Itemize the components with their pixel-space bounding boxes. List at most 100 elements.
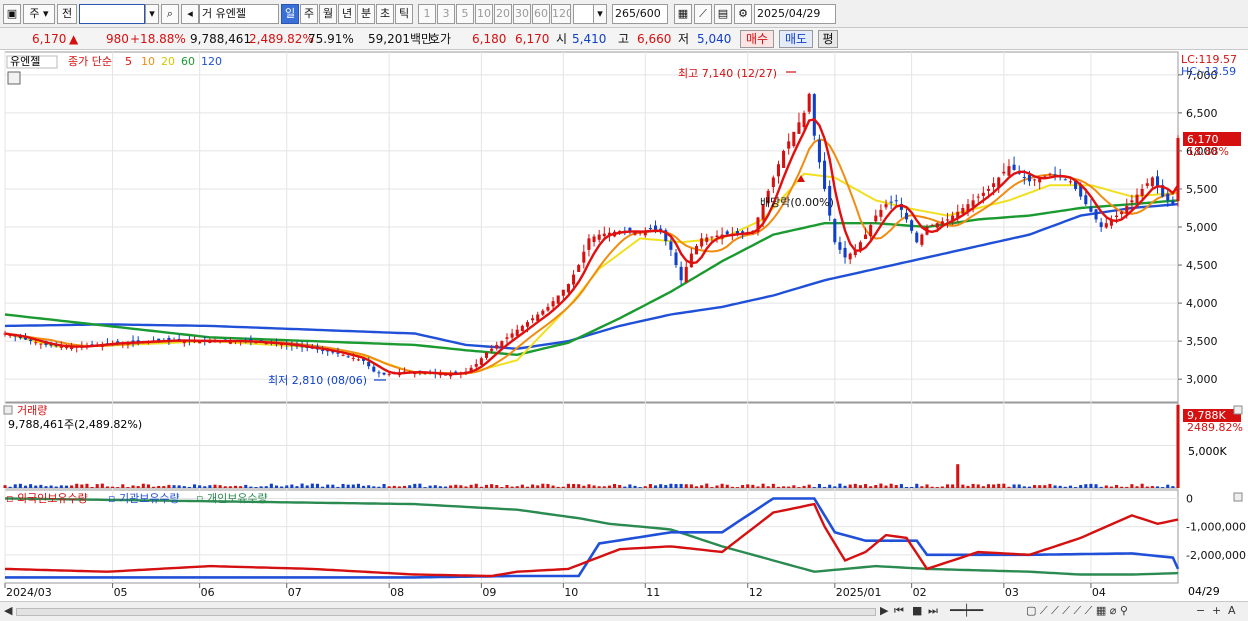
volume-bar: [848, 484, 852, 488]
volume-bar: [910, 486, 914, 488]
hc-label: HC:-13.59: [1181, 65, 1236, 78]
candle-body: [1089, 206, 1093, 212]
count-field[interactable]: 265/600: [612, 4, 668, 24]
scroll-track[interactable]: [16, 608, 876, 616]
volume-panel-icon[interactable]: [3, 405, 13, 415]
stock-name-field[interactable]: 거 유엔젤: [199, 4, 279, 24]
volume-bar: [525, 486, 530, 488]
scroll-bar[interactable]: ◀ ▶ ⏮ ■ ⏭ ━━┿━━ ▢ ⟋ ⟋ ⟋ ⟋ ⟋ ▦ ⌀ ⚲ − + A: [0, 601, 1248, 621]
code-input[interactable]: 072130: [79, 4, 145, 24]
volume-value-label: 9,788,461주(2,489.82%): [8, 418, 142, 431]
gear-icon[interactable]: ⚙: [734, 4, 752, 24]
high-label: 고: [618, 32, 630, 46]
scroll-left-icon[interactable]: ◀: [4, 604, 12, 618]
volume-bar: [1068, 485, 1072, 488]
volume-bar: [54, 486, 58, 488]
holdings-close-icon[interactable]: [1233, 492, 1243, 502]
count-total: /600: [636, 7, 661, 20]
volume-bar: [187, 486, 191, 488]
interval-10[interactable]: 10: [475, 4, 493, 24]
ma-legend-prefix: 종가 단순: [68, 55, 112, 68]
zoom-out-icon[interactable]: −: [1196, 604, 1205, 618]
interval-60[interactable]: 60: [532, 4, 550, 24]
speaker-icon[interactable]: ◂: [181, 4, 199, 24]
period-minute[interactable]: 분: [357, 4, 375, 24]
candle-body: [787, 141, 791, 149]
volume-bar: [34, 485, 38, 488]
code-dropdown-icon[interactable]: ▾: [145, 4, 159, 24]
chart-tools-icon[interactable]: ▦: [674, 4, 692, 24]
volume-bar: [264, 486, 268, 488]
volume-bar: [387, 486, 391, 488]
volume-bar: [638, 487, 642, 488]
period-second[interactable]: 초: [376, 4, 394, 24]
interval-1[interactable]: 1: [418, 4, 436, 24]
volume-bar: [746, 484, 750, 488]
interval-5[interactable]: 5: [456, 4, 474, 24]
drawing-tools-icon[interactable]: ▢ ⟋ ⟋ ⟋ ⟋ ⟋ ▦ ⌀ ⚲: [1026, 604, 1128, 618]
volume-bar: [23, 485, 28, 488]
save-icon[interactable]: ▤: [714, 4, 732, 24]
change-pct: +18.88%: [130, 32, 186, 46]
candle-body: [807, 93, 811, 112]
volume-bar: [484, 484, 489, 488]
date-input[interactable]: 2025/04/29: [754, 4, 836, 24]
change-value: 980: [106, 32, 129, 46]
stop-icon[interactable]: ■: [912, 604, 922, 618]
volume-bar: [397, 486, 401, 488]
volume-bar: [853, 483, 857, 488]
volume-close-icon[interactable]: [1233, 405, 1243, 415]
volume-bar: [1104, 485, 1108, 488]
buy-button[interactable]: 매수: [740, 30, 774, 48]
interval-dropdown-icon[interactable]: ▾: [593, 4, 607, 24]
volume-bar: [228, 486, 232, 488]
volume-bar: [587, 484, 591, 488]
mode-select[interactable]: 주 ▾: [23, 4, 55, 24]
period-day[interactable]: 일: [281, 4, 299, 24]
layout-icon[interactable]: ▣: [3, 4, 21, 24]
scroll-right-icon[interactable]: ▶: [880, 604, 888, 618]
sell-button[interactable]: 매도: [779, 30, 813, 48]
candle-body: [838, 242, 842, 250]
volume-bar: [1161, 487, 1165, 488]
volume-bar: [561, 486, 565, 488]
open-label: 시: [556, 32, 568, 46]
volume-bar: [126, 487, 130, 488]
zoom-slider-icon[interactable]: ━━┿━━: [950, 604, 983, 618]
volume-title: 거래량: [17, 404, 47, 417]
volume-bar: [479, 486, 483, 488]
first-icon[interactable]: ⏮: [894, 604, 904, 618]
period-tick[interactable]: 틱: [395, 4, 413, 24]
stock-chart[interactable]: 7,0006,5006,0005,5005,0004,5004,0003,500…: [0, 50, 1248, 601]
trendline-icon[interactable]: ⟋: [694, 4, 712, 24]
volume-bar: [797, 487, 801, 488]
period-month[interactable]: 월: [319, 4, 337, 24]
volume-bar: [1145, 486, 1149, 488]
candle-body: [812, 94, 816, 136]
interval-20[interactable]: 20: [494, 4, 512, 24]
low-label: 저: [678, 32, 690, 46]
period-week[interactable]: 주: [300, 4, 318, 24]
x-tick-label: 05: [114, 586, 128, 599]
zoom-in-icon[interactable]: +: [1212, 604, 1221, 618]
candle-body: [572, 274, 576, 285]
high-price: 6,660: [637, 32, 672, 46]
interval-3[interactable]: 3: [437, 4, 455, 24]
interval-30[interactable]: 30: [513, 4, 531, 24]
search-icon[interactable]: ⌕: [161, 4, 179, 24]
candle-body: [346, 356, 350, 358]
volume-bar: [454, 484, 458, 488]
volume-bar: [1048, 483, 1052, 488]
volume-bar: [879, 483, 883, 488]
interval-120[interactable]: 120: [551, 4, 571, 24]
volume-bar: [751, 484, 755, 488]
candle-body: [556, 295, 560, 304]
period-year[interactable]: 년: [338, 4, 356, 24]
turnover-value: 75.91%: [308, 32, 354, 46]
x-tick-label: 03: [1005, 586, 1019, 599]
next-icon[interactable]: ⏭: [928, 604, 938, 618]
calculator-icon[interactable]: [7, 71, 21, 85]
extra-button[interactable]: 평: [818, 30, 838, 48]
prev-button[interactable]: 전: [57, 4, 77, 24]
auto-scale-icon[interactable]: A: [1228, 604, 1236, 618]
